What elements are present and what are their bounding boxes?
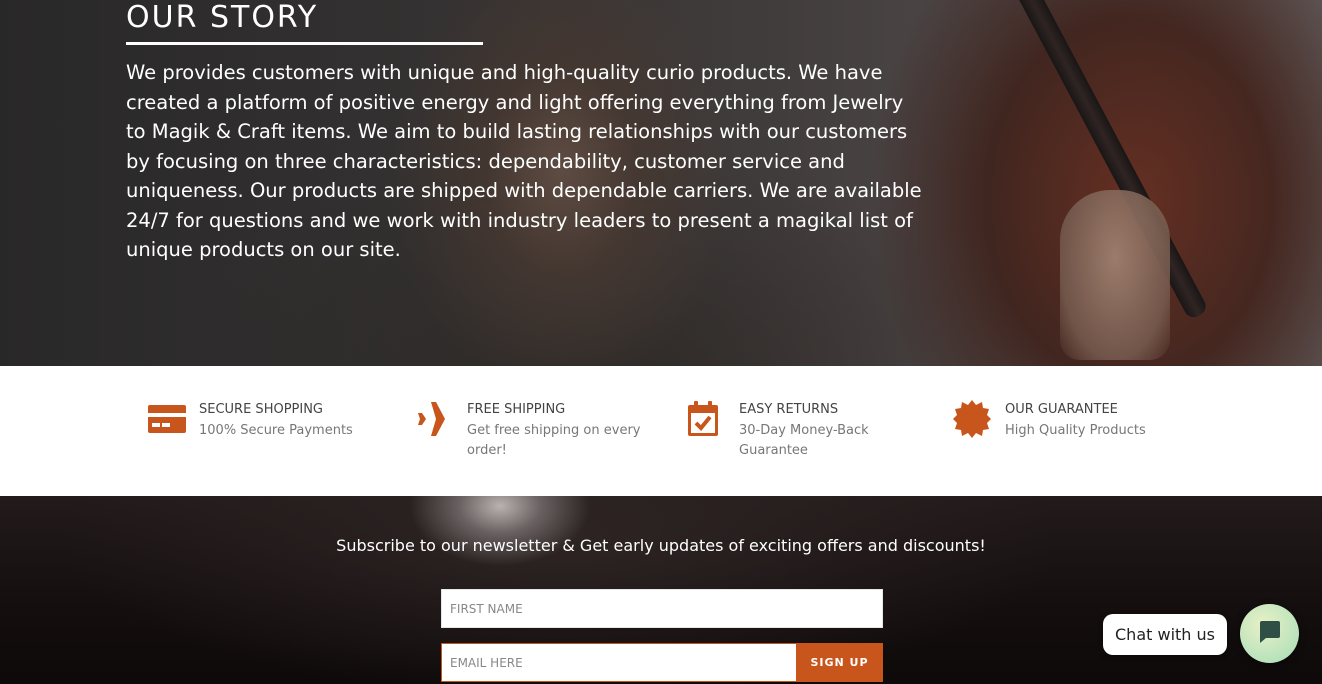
story-title-underline (126, 42, 483, 45)
chat-with-us-label[interactable]: Chat with us (1103, 614, 1227, 655)
badge-icon (953, 400, 995, 438)
chat-button[interactable] (1240, 604, 1299, 663)
feature-title: FREE SHIPPING (467, 402, 566, 417)
calendar-check-icon (687, 400, 729, 438)
feature-description: 30-Day Money-Back Guarantee (739, 422, 869, 459)
story-title: OUR STORY (126, 0, 319, 35)
newsletter-heading: Subscribe to our newsletter & Get early … (336, 536, 986, 555)
chat-icon (1257, 619, 1283, 648)
feature-secure-shopping: SECURE SHOPPING 100% Secure Payments (147, 400, 387, 441)
feature-title: OUR GUARANTEE (1005, 402, 1118, 417)
story-text: We provides customers with unique and hi… (126, 61, 922, 261)
feature-title: SECURE SHOPPING (199, 402, 324, 417)
features-bar: SECURE SHOPPING 100% Secure Payments FRE… (0, 366, 1322, 496)
our-story-section: OUR STORY We provides customers with uni… (0, 0, 1322, 366)
feature-title: EASY RETURNS (739, 402, 839, 417)
first-name-input[interactable] (441, 589, 883, 628)
credit-card-icon (147, 400, 189, 438)
feature-description: High Quality Products (1005, 422, 1146, 438)
feature-description: 100% Secure Payments (199, 422, 353, 438)
feature-description: Get free shipping on every order! (467, 422, 641, 459)
sign-up-button[interactable]: SIGN UP (796, 643, 883, 682)
airplane-icon (415, 400, 457, 438)
feature-our-guarantee: OUR GUARANTEE High Quality Products (953, 400, 1193, 441)
feature-easy-returns: EASY RETURNS 30-Day Money-Back Guarantee (687, 400, 927, 462)
newsletter-section: Subscribe to our newsletter & Get early … (0, 496, 1322, 684)
feature-free-shipping: FREE SHIPPING Get free shipping on every… (415, 400, 665, 462)
email-input[interactable] (441, 643, 796, 682)
